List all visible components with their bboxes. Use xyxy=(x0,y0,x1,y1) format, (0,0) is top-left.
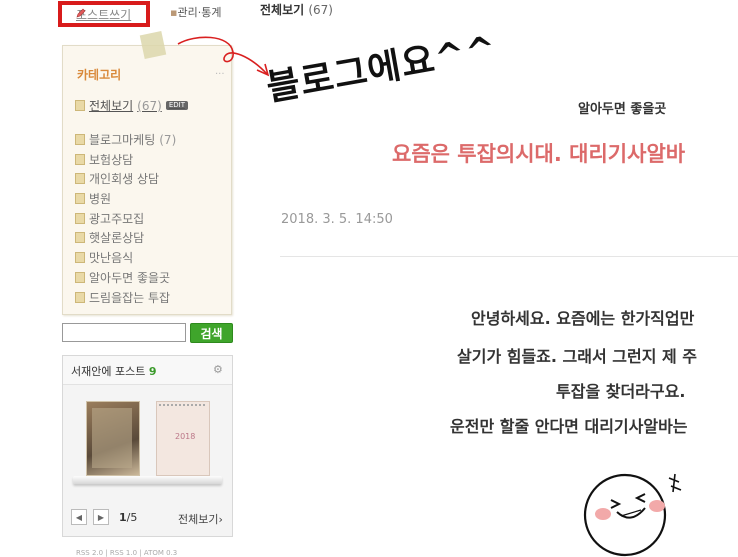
folder-icon xyxy=(75,100,85,112)
post-title[interactable]: 요즘은 투잡의시대. 대리기사알바 xyxy=(392,138,685,168)
post-body-line: 안녕하세요. 요즘에는 한가직업만 xyxy=(471,309,695,328)
gear-icon[interactable]: ⚙ xyxy=(213,363,223,376)
category-label: 맛난음식 xyxy=(89,251,134,266)
category-label: 광고주모집 xyxy=(89,211,145,226)
folder-icon xyxy=(75,212,85,224)
emoticon-image xyxy=(583,473,682,557)
next-button[interactable]: ▶ xyxy=(93,509,109,525)
category-item[interactable]: 맛난음식 xyxy=(75,248,188,268)
widget-title-text: 서재안에 포스트 xyxy=(71,365,146,378)
all-posts-count: (67) xyxy=(308,3,333,17)
category-label: 드림을잡는 투잡 xyxy=(89,290,171,305)
category-label: 알아두면 좋을곳 xyxy=(89,270,171,285)
pencil-icon xyxy=(76,8,86,18)
category-item[interactable]: 드림을잡는 투잡 xyxy=(75,287,188,307)
book-year: 2018 xyxy=(175,432,196,441)
category-label: 보험상담 xyxy=(89,152,134,167)
widget-more-link[interactable]: 전체보기› xyxy=(178,511,223,527)
divider xyxy=(280,256,738,257)
pager-total: /5 xyxy=(126,510,138,524)
widget-pager: ◀ ▶ 1/5 xyxy=(71,508,137,526)
admin-stats-link[interactable]: ▪관리·통계 xyxy=(170,4,221,20)
post-body-line: 살기가 힘들죠. 그래서 그런지 제 주 xyxy=(457,347,698,366)
post-category[interactable]: 알아두면 좋을곳 xyxy=(578,98,666,117)
category-item[interactable]: 병원 xyxy=(75,189,188,209)
category-item-all[interactable]: 전체보기 (67) EDIT xyxy=(75,96,188,116)
all-posts-header: 전체보기 (67) xyxy=(260,1,333,18)
edit-badge[interactable]: EDIT xyxy=(165,101,188,111)
category-label: 전체보기 xyxy=(89,99,134,114)
post-body-line: 투잡을 찾더라구요. xyxy=(556,382,686,401)
folder-icon xyxy=(75,134,85,146)
category-item[interactable]: 개인회생 상담 xyxy=(75,169,188,189)
category-label: 병원 xyxy=(89,192,112,207)
folder-icon xyxy=(75,173,85,185)
category-list: 전체보기 (67) EDIT 블로그마케팅 (7) 보험상담 개인회생 상담 병원… xyxy=(75,96,188,307)
feed-links[interactable]: RSS 2.0 | RSS 1.0 | ATOM 0.3 xyxy=(76,549,226,557)
folder-icon xyxy=(75,252,85,264)
category-count: (67) xyxy=(137,98,162,113)
folder-icon xyxy=(75,271,85,283)
handwritten-annotation: 블로그에요^^ xyxy=(263,27,501,110)
post-date: 2018. 3. 5. 14:50 xyxy=(281,212,393,227)
widget-title: 서재안에 포스트 9 xyxy=(71,363,157,379)
shelf xyxy=(73,476,222,484)
folder-icon xyxy=(75,153,85,165)
folder-icon xyxy=(75,232,85,244)
widget-count: 9 xyxy=(148,365,157,378)
category-title: 카테고리 xyxy=(77,68,122,82)
folder-icon xyxy=(75,291,85,303)
category-item[interactable]: 햇살론상담 xyxy=(75,228,188,248)
library-widget: 서재안에 포스트 9 ⚙ 2018 ◀ ▶ 1/5 전체보기› xyxy=(62,355,233,537)
category-item[interactable]: 보험상담 xyxy=(75,149,188,169)
post-body-line: 운전만 할줄 안다면 대리기사알바는 xyxy=(450,417,688,436)
tape-decoration xyxy=(139,30,167,60)
admin-label: 관리·통계 xyxy=(177,6,222,19)
calendar-book-cover[interactable]: 2018 xyxy=(156,401,210,476)
post-write-link[interactable]: 포스트쓰기 xyxy=(58,1,150,27)
category-label: 블로그마케팅 xyxy=(89,133,156,148)
search-button[interactable]: 검색 xyxy=(190,323,233,343)
all-posts-title: 전체보기 xyxy=(260,3,305,17)
category-label: 햇살론상담 xyxy=(89,231,145,246)
folder-icon xyxy=(75,193,85,205)
pager-number: 1/5 xyxy=(119,511,137,524)
book-cover[interactable] xyxy=(86,401,140,476)
category-item[interactable]: 광고주모집 xyxy=(75,208,188,228)
search-input[interactable] xyxy=(62,323,186,342)
category-count: (7) xyxy=(159,132,177,147)
prev-button[interactable]: ◀ xyxy=(71,509,87,525)
category-label: 개인회생 상담 xyxy=(89,172,160,187)
category-item[interactable]: 알아두면 좋을곳 xyxy=(75,268,188,288)
arrow-annotation xyxy=(177,36,270,77)
pager-current: 1 xyxy=(119,510,127,524)
category-item[interactable]: 블로그마케팅 (7) xyxy=(75,130,188,150)
category-panel: 카테고리 ... 전체보기 (67) EDIT 블로그마케팅 (7) 보험상담 개… xyxy=(62,45,232,315)
